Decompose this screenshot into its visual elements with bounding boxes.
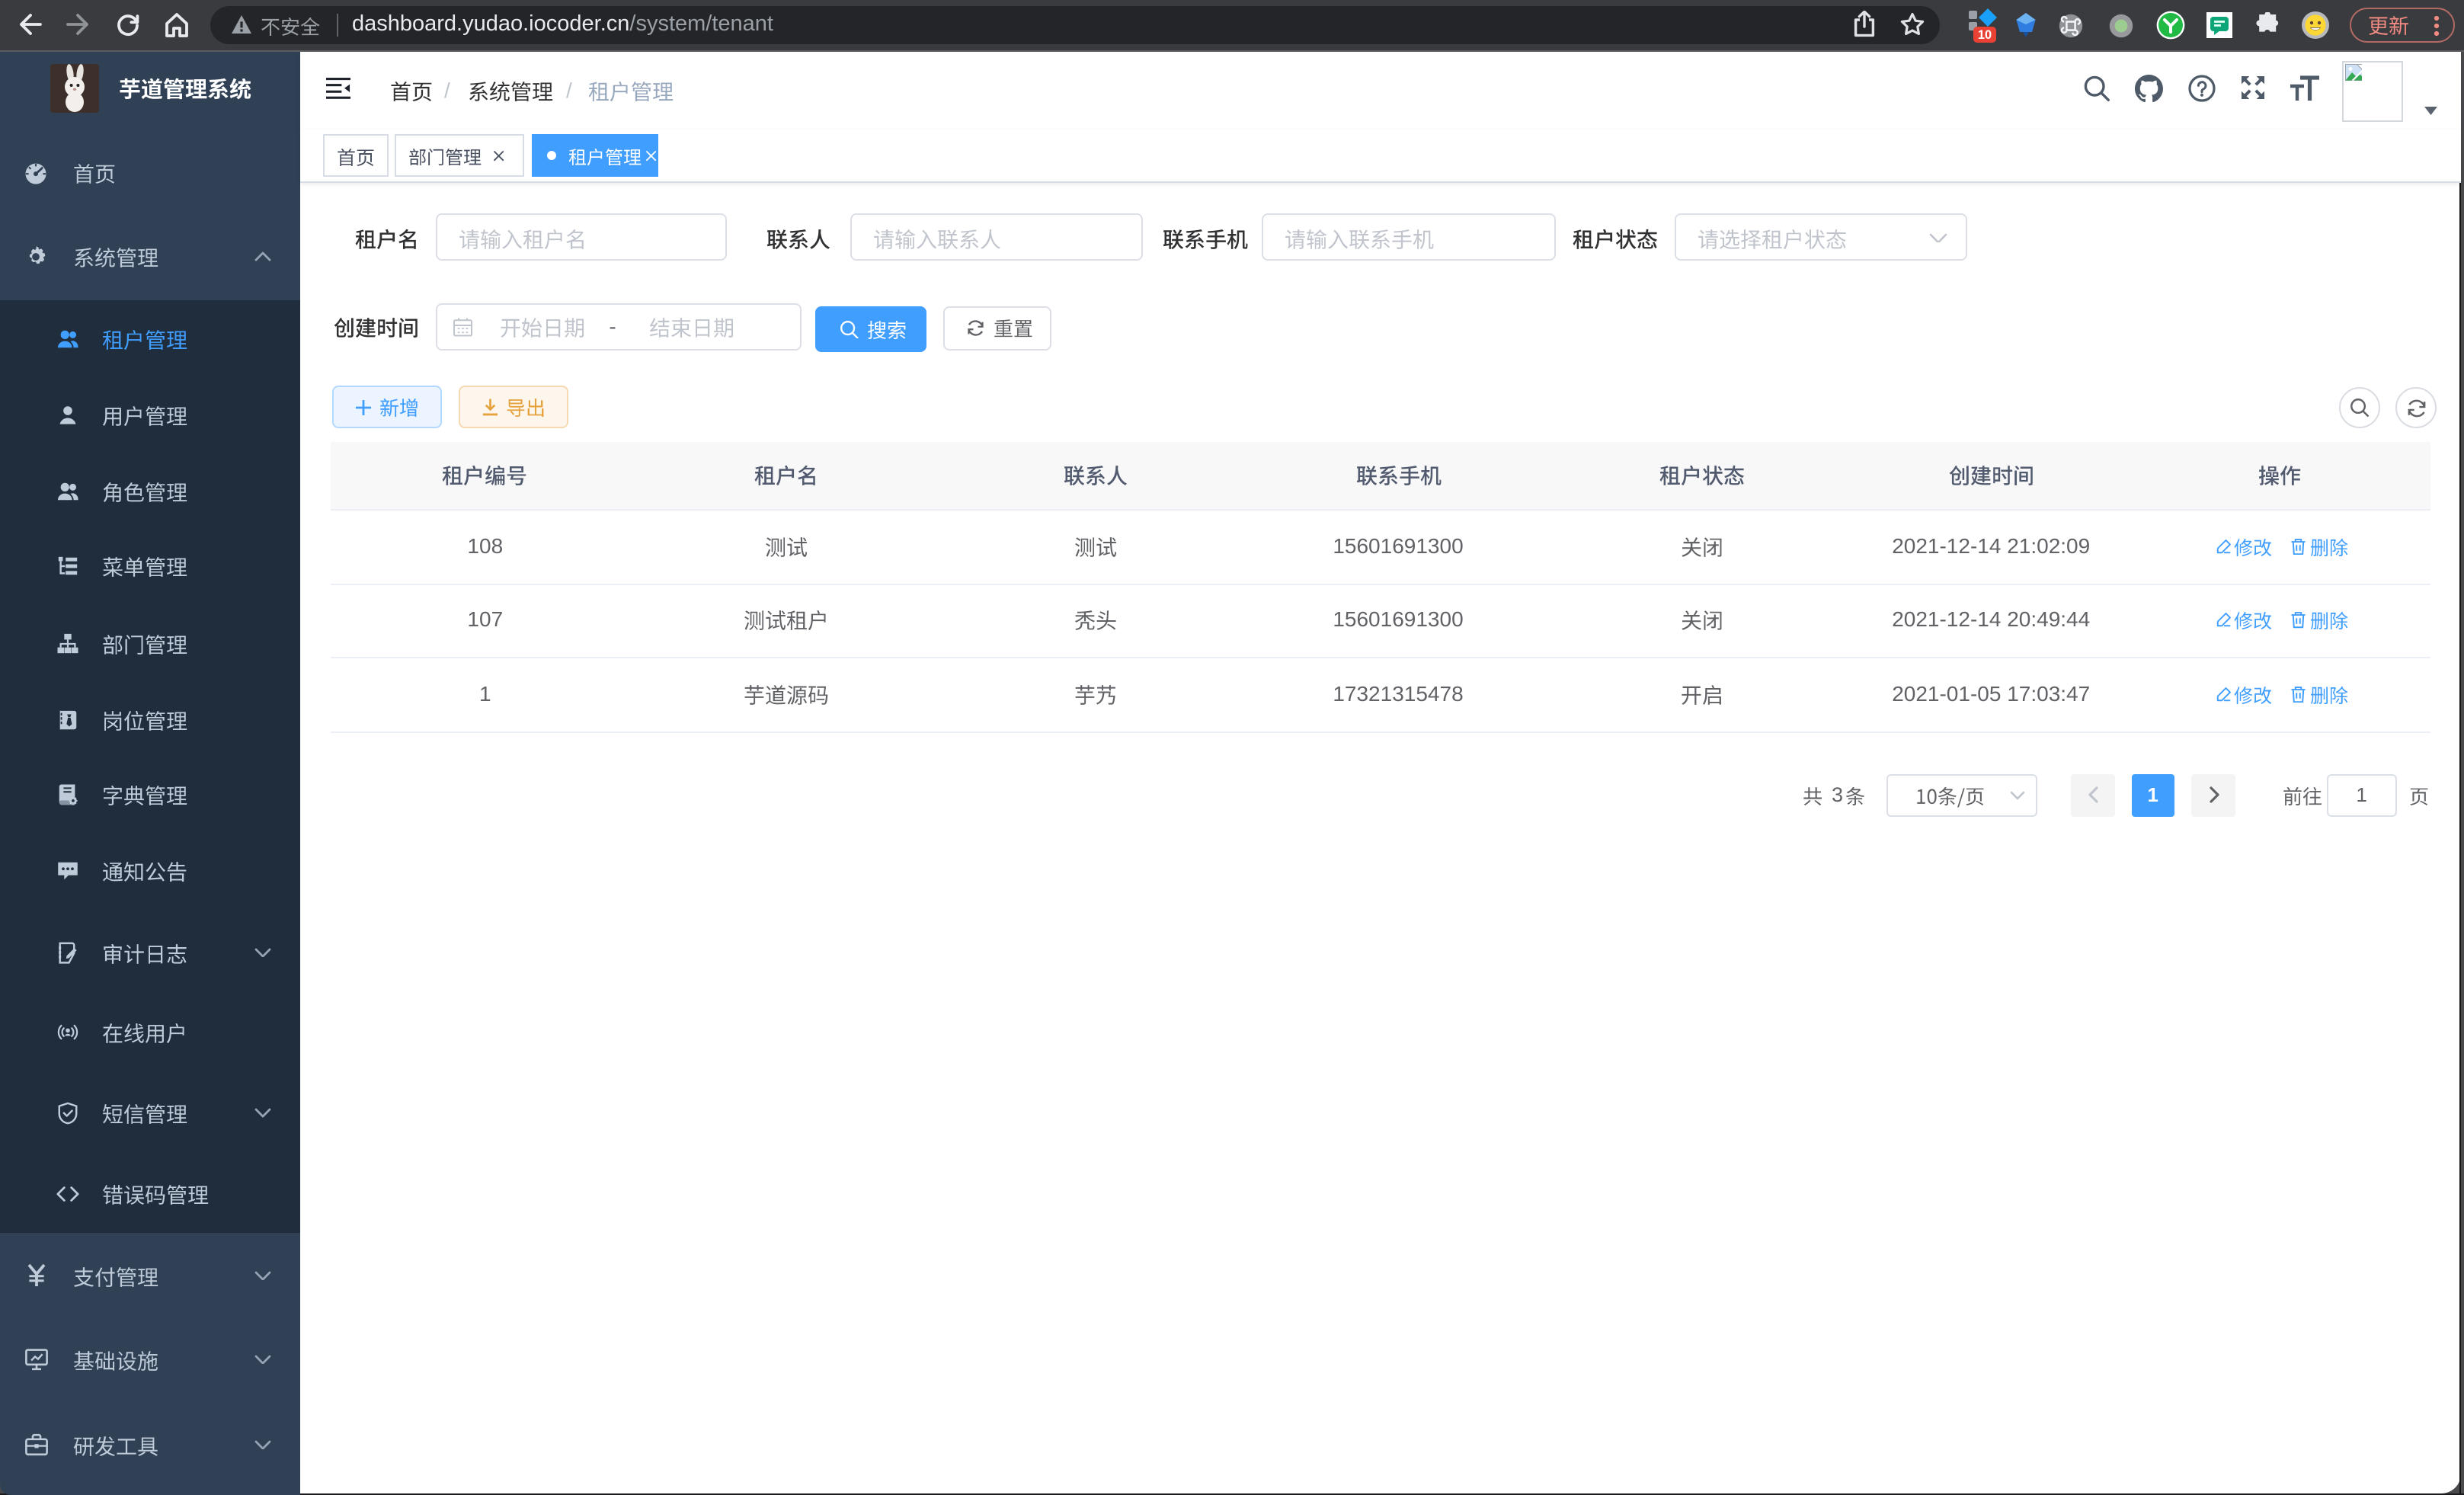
svg-text:10: 10 [1978, 28, 1992, 42]
